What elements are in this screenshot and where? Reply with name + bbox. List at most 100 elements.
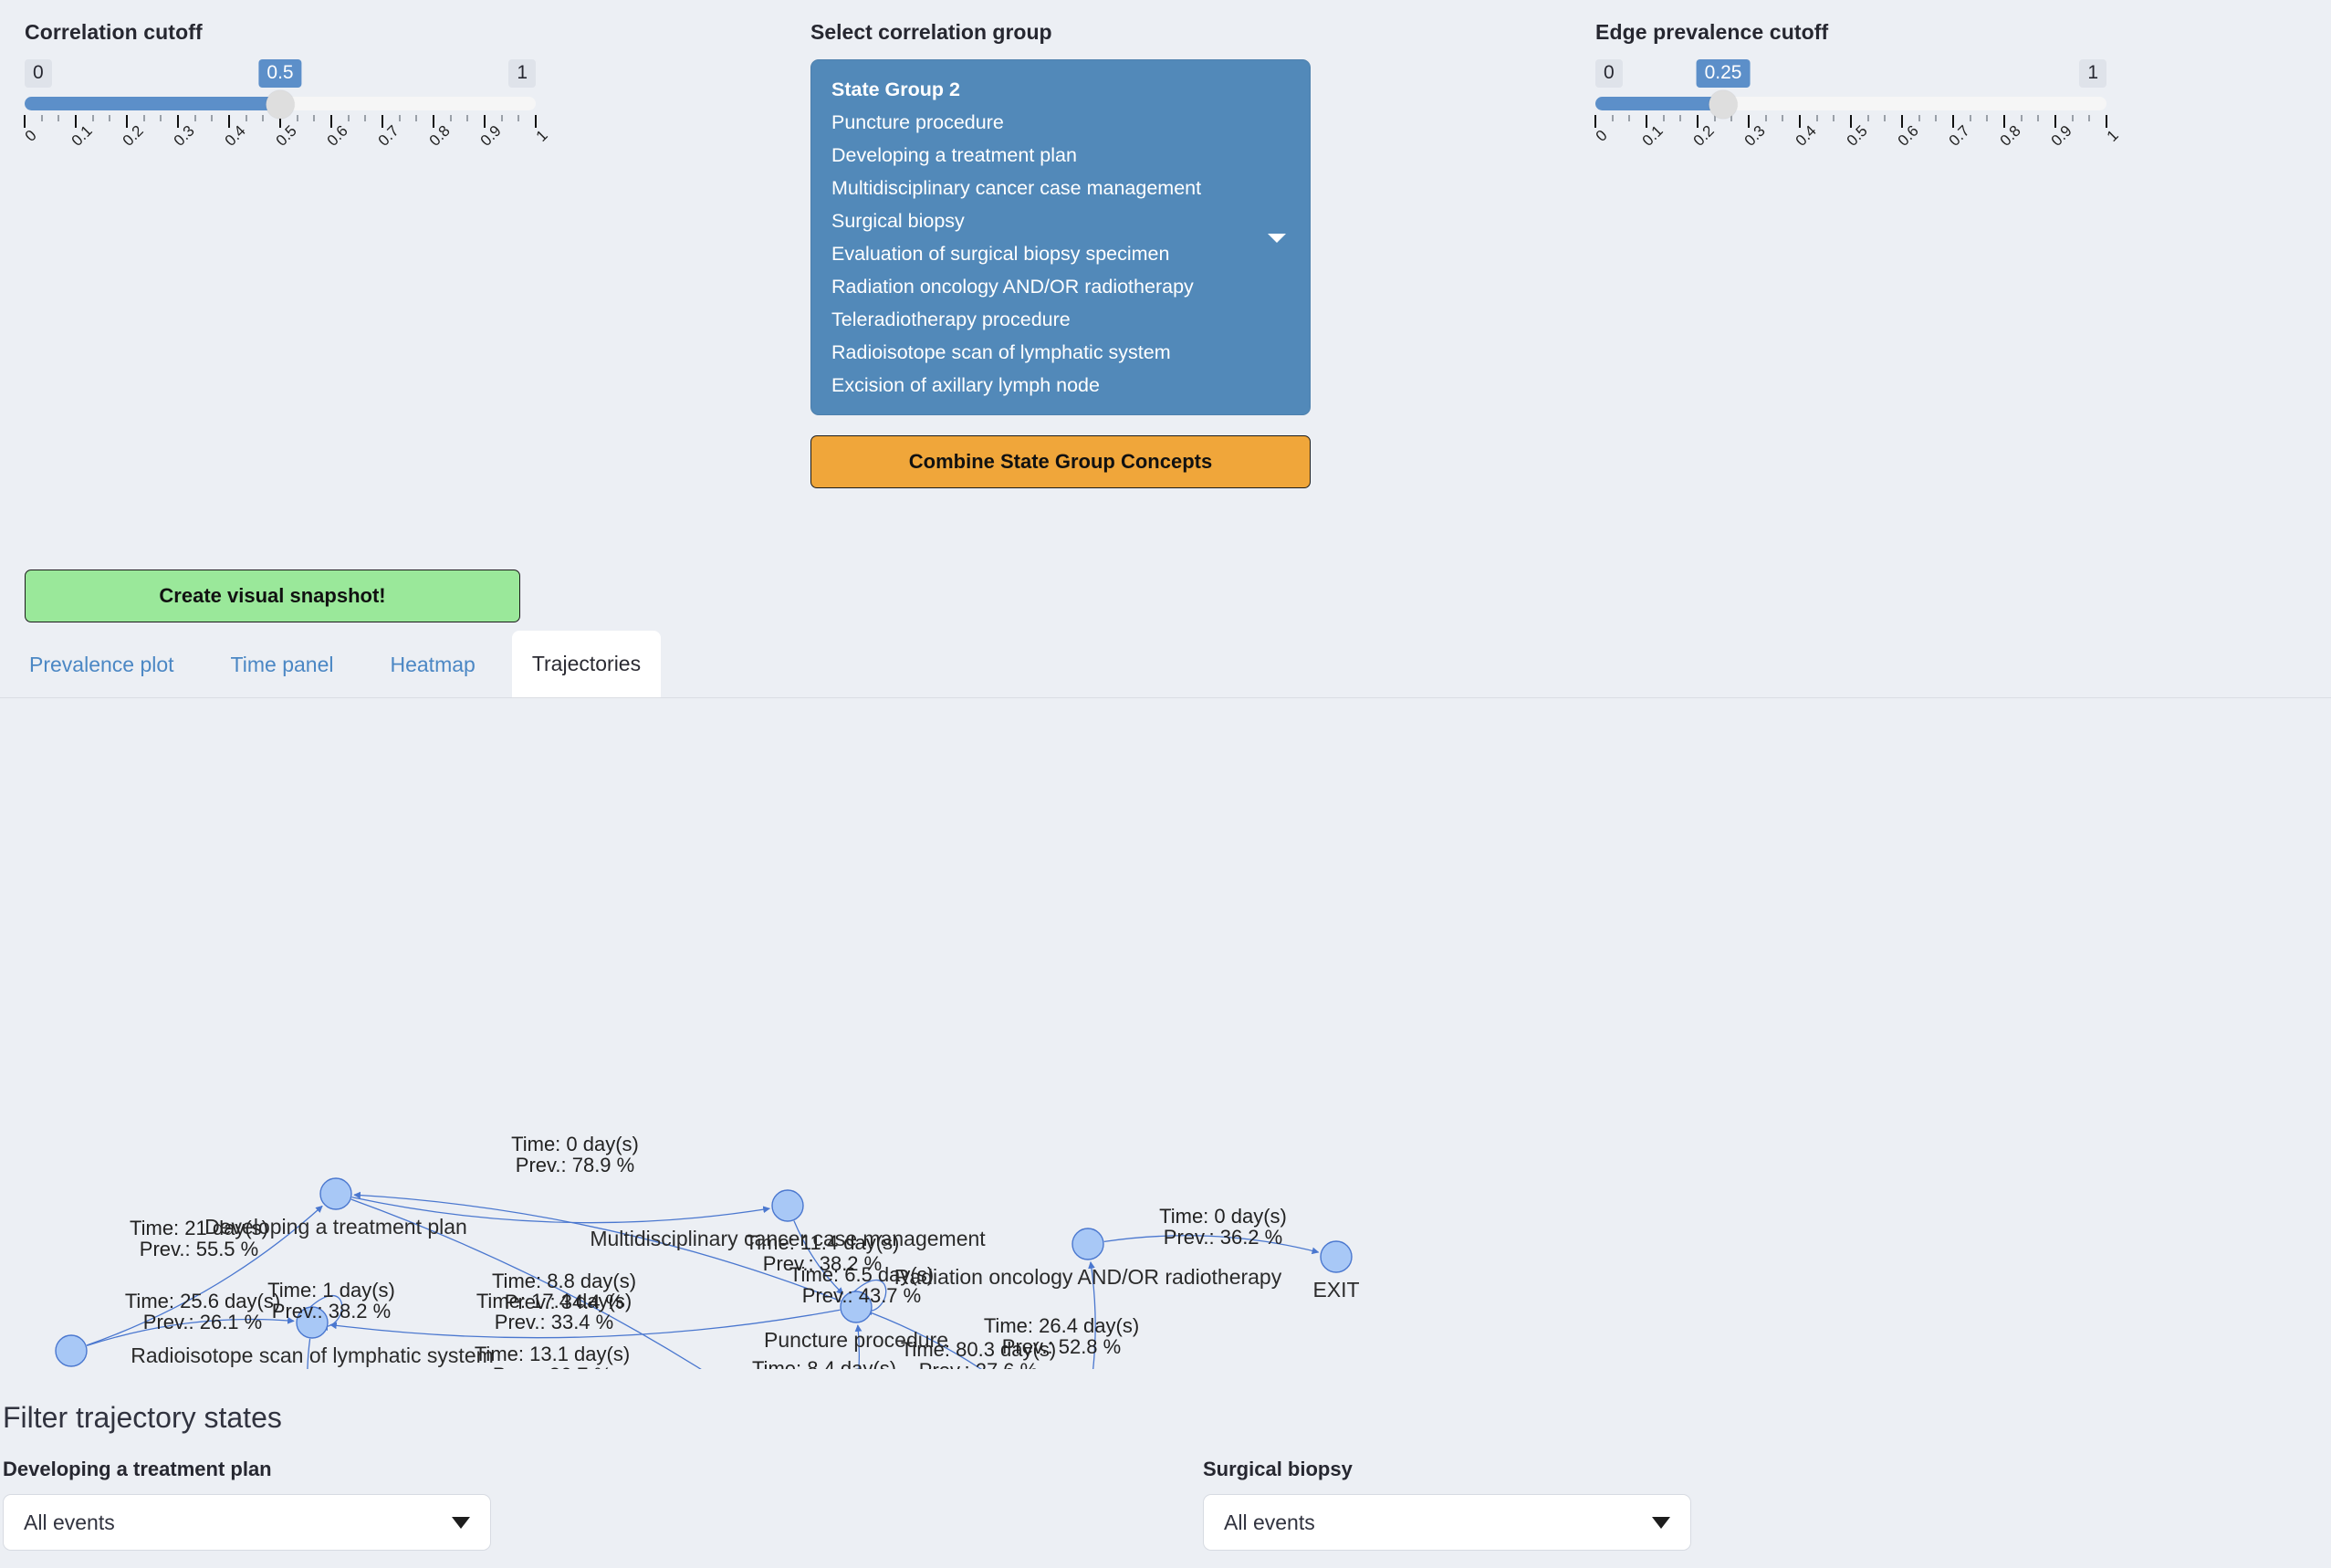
slider-tick-major bbox=[2054, 115, 2056, 128]
slider-tick-major bbox=[1799, 115, 1801, 128]
chevron-down-icon[interactable] bbox=[1652, 1516, 1670, 1529]
slider-tick-minor bbox=[211, 115, 214, 121]
slider-tick-minor bbox=[449, 115, 452, 121]
slider-tick-minor bbox=[296, 115, 298, 121]
tab-trajectories[interactable]: Trajectories bbox=[511, 631, 662, 697]
graph-node-label: Radiation oncology AND/OR radiotherapy bbox=[894, 1265, 1282, 1289]
slider-tick-minor bbox=[109, 115, 111, 121]
graph-edge-label: Time: 0 day(s)Prev.: 36.2 % bbox=[1159, 1205, 1287, 1249]
filter-select-value-surgical-biopsy: All events bbox=[1224, 1510, 1315, 1534]
graph-node[interactable] bbox=[319, 1177, 352, 1210]
slider-tick-major bbox=[1594, 115, 1596, 128]
tab-prevalence-plot[interactable]: Prevalence plot bbox=[9, 632, 194, 697]
edge-prevalence-cutoff-track[interactable] bbox=[1595, 90, 2106, 119]
trajectory-graph: Time: 21 day(s) Prev.: 55.5 % Time: 25.6 d… bbox=[0, 698, 2331, 1369]
filter-select-surgical-biopsy[interactable]: All events bbox=[1203, 1494, 1691, 1551]
graph-node[interactable] bbox=[1071, 1228, 1104, 1260]
svg-text:Time: 26.4 day(s): Time: 26.4 day(s) bbox=[984, 1314, 1139, 1337]
correlation-group-option[interactable]: State Group 2 bbox=[811, 73, 1310, 106]
edge-prevalence-cutoff-endlabels: 0 0.25 1 bbox=[1595, 59, 2106, 89]
chevron-down-icon[interactable] bbox=[452, 1516, 470, 1529]
correlation-group-option[interactable]: Surgical biopsy bbox=[811, 204, 1310, 237]
correlation-group-option[interactable]: Radiation oncology AND/OR radiotherapy bbox=[811, 270, 1310, 303]
svg-text:Time: 17.4 day(s): Time: 17.4 day(s) bbox=[476, 1290, 632, 1312]
slider-tick-minor bbox=[245, 115, 247, 121]
edge-prevalence-cutoff-knob[interactable] bbox=[1709, 90, 1738, 119]
chevron-down-icon[interactable] bbox=[1268, 234, 1286, 243]
slider-tick-minor bbox=[347, 115, 350, 121]
correlation-group-listbox[interactable]: State Group 2 Puncture procedure Developin… bbox=[810, 59, 1311, 415]
slider-tick-label: 0 bbox=[21, 126, 40, 145]
correlation-group-option[interactable]: Puncture procedure bbox=[811, 106, 1310, 139]
app-root: Correlation cutoff 0 0.5 1 0 0.1 0.2 0.3 0.4… bbox=[0, 0, 2331, 1568]
slider-tick-minor bbox=[1782, 115, 1784, 121]
svg-text:Prev.: 78.9 %: Prev.: 78.9 % bbox=[516, 1154, 634, 1176]
slider-tick-major bbox=[433, 115, 434, 128]
combine-state-group-concepts-button[interactable]: Combine State Group Concepts bbox=[810, 435, 1311, 488]
slider-tick-minor bbox=[1764, 115, 1767, 121]
tab-time-panel[interactable]: Time panel bbox=[211, 632, 354, 697]
slider-tick-minor bbox=[1969, 115, 1971, 121]
svg-text:Time: 1 day(s): Time: 1 day(s) bbox=[267, 1279, 395, 1301]
slider-tick-major bbox=[2003, 115, 2005, 128]
slider-tick-minor bbox=[466, 115, 469, 121]
slider-tick-major bbox=[382, 115, 383, 128]
filter-label-developing-a-treatment-plan: Developing a treatment plan bbox=[3, 1458, 272, 1480]
correlation-group-option[interactable]: Developing a treatment plan bbox=[811, 139, 1310, 172]
graph-edge-labels: Time: 21 day(s)Prev.: 55.5 %Time: 25.6 d… bbox=[125, 1133, 1287, 1369]
filter-select-value-developing-a-treatment-plan: All events bbox=[24, 1510, 115, 1534]
correlation-group-option[interactable]: Excision of axillary lymph node bbox=[811, 369, 1310, 402]
slider-tick-major bbox=[1850, 115, 1852, 128]
slider-tick-minor bbox=[517, 115, 520, 121]
correlation-group-option[interactable]: Radioisotope scan of lymphatic system bbox=[811, 336, 1310, 369]
slider-tick-major bbox=[75, 115, 77, 128]
correlation-group-option[interactable]: Evaluation of surgical biopsy specimen bbox=[811, 237, 1310, 270]
correlation-cutoff-max-label: 1 bbox=[508, 59, 536, 88]
graph-node[interactable] bbox=[55, 1334, 88, 1367]
tab-heatmap[interactable]: Heatmap bbox=[370, 632, 495, 697]
create-visual-snapshot-button[interactable]: Create visual snapshot! bbox=[25, 570, 520, 622]
edge-prevalence-cutoff-track-fill bbox=[1595, 97, 1723, 110]
correlation-cutoff-title: Correlation cutoff bbox=[25, 20, 203, 44]
slider-tick-label: 0 bbox=[1592, 126, 1611, 145]
edge-prevalence-cutoff-min-label: 0 bbox=[1595, 59, 1623, 88]
slider-tick-major bbox=[1748, 115, 1750, 128]
correlation-cutoff-knob[interactable] bbox=[266, 90, 295, 119]
filter-column-developing-a-treatment-plan: Developing a treatment plan All events bbox=[3, 1458, 491, 1551]
edge-prevalence-cutoff-tick-labels: 0 0.1 0.2 0.3 0.4 0.5 0.6 0.7 0.8 0.9 1 bbox=[1592, 122, 2122, 164]
slider-tick-major bbox=[177, 115, 179, 128]
correlation-cutoff-min-label: 0 bbox=[25, 59, 52, 88]
svg-text:Time: 0 day(s): Time: 0 day(s) bbox=[1159, 1205, 1287, 1228]
svg-text:Prev.: 38.2 %: Prev.: 38.2 % bbox=[272, 1300, 391, 1322]
graph-node[interactable] bbox=[1320, 1240, 1353, 1273]
trajectory-graph-svg: Time: 21 day(s)Prev.: 55.5 %Time: 25.6 d… bbox=[55, 1133, 1360, 1369]
svg-text:Prev.: 26.1 %: Prev.: 26.1 % bbox=[143, 1311, 262, 1333]
svg-text:Time: 13.1 day(s): Time: 13.1 day(s) bbox=[475, 1343, 630, 1365]
slider-tick-minor bbox=[193, 115, 196, 121]
slider-tick-minor bbox=[1815, 115, 1818, 121]
slider-tick-minor bbox=[1611, 115, 1614, 121]
correlation-group-title: Select correlation group bbox=[810, 20, 1052, 44]
correlation-group-option[interactable]: Multidisciplinary cancer case management bbox=[811, 172, 1310, 204]
slider-tick-label: 1 bbox=[532, 126, 551, 145]
graph-node-label: Developing a treatment plan bbox=[204, 1215, 467, 1239]
graph-edge-label: Time: 13.1 day(s)Prev.: 36.7 % bbox=[475, 1343, 630, 1369]
svg-text:Prev.: 52.8 %: Prev.: 52.8 % bbox=[1002, 1335, 1121, 1358]
slider-tick-minor bbox=[2088, 115, 2091, 121]
correlation-cutoff-track[interactable] bbox=[25, 90, 536, 119]
filter-trajectory-states-heading: Filter trajectory states bbox=[3, 1401, 282, 1434]
filter-label-surgical-biopsy: Surgical biopsy bbox=[1203, 1458, 1353, 1480]
svg-text:Prev.: 36.7 %: Prev.: 36.7 % bbox=[493, 1364, 611, 1369]
graph-node[interactable] bbox=[771, 1189, 804, 1222]
slider-tick-minor bbox=[2071, 115, 2074, 121]
correlation-group-option[interactable]: Teleradiotherapy procedure bbox=[811, 303, 1310, 336]
slider-tick-major bbox=[484, 115, 486, 128]
correlation-cutoff-value-label: 0.5 bbox=[258, 59, 302, 88]
slider-tick-major bbox=[126, 115, 128, 128]
slider-tick-minor bbox=[1918, 115, 1920, 121]
slider-tick-minor bbox=[2020, 115, 2023, 121]
filter-select-developing-a-treatment-plan[interactable]: All events bbox=[3, 1494, 491, 1551]
slider-tick-minor bbox=[398, 115, 401, 121]
slider-tick-minor bbox=[40, 115, 43, 121]
correlation-cutoff-endlabels: 0 0.5 1 bbox=[25, 59, 536, 89]
